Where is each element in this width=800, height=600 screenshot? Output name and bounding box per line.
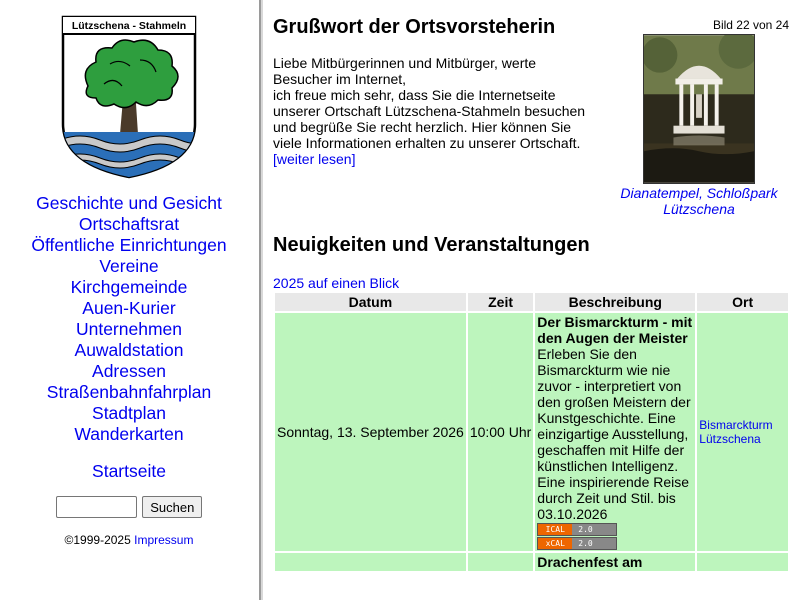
- event-date: [275, 553, 466, 571]
- table-header-row: Datum Zeit Beschreibung Ort: [275, 293, 788, 311]
- greeting-title: Grußwort der Ortsvorsteherin: [273, 16, 556, 38]
- event-title: Der Bismarckturm - mit den Augen der Mei…: [537, 314, 693, 346]
- nav-item-kirchgemeinde[interactable]: Kirchgemeinde: [0, 277, 258, 298]
- photo-link[interactable]: [599, 34, 799, 184]
- nav-item-geschichte[interactable]: Geschichte und Gesicht: [0, 193, 258, 214]
- main-navigation: Geschichte und Gesicht Ortschaftsrat Öff…: [0, 193, 258, 482]
- greeting-text: Liebe Mitbürgerinnen und Mitbürger, wert…: [273, 55, 595, 167]
- nav-item-auen-kurier[interactable]: Auen-Kurier: [0, 298, 258, 319]
- xcal-badge[interactable]: xCAL 2.0: [537, 537, 618, 550]
- column-header-time: Zeit: [467, 293, 534, 311]
- nav-item-ortschaftsrat[interactable]: Ortschaftsrat: [0, 214, 258, 235]
- main-content: Grußwort der Ortsvorsteherin Liebe Mitbü…: [263, 0, 800, 600]
- footer: ©1999-2025 Impressum: [0, 533, 258, 547]
- dianatempel-photo[interactable]: [643, 34, 755, 184]
- event-place-link[interactable]: Bismarckturm Lützschena: [699, 418, 772, 446]
- photo-counter: Bild 22 von 24: [712, 18, 789, 32]
- impressum-link[interactable]: Impressum: [134, 533, 193, 547]
- event-description-cell: Der Bismarckturm - mit den Augen der Mei…: [535, 313, 696, 551]
- nav-item-adressen[interactable]: Adressen: [0, 361, 258, 382]
- nav-item-stadtplan[interactable]: Stadtplan: [0, 403, 258, 424]
- column-header-date: Datum: [275, 293, 466, 311]
- year-overview-link[interactable]: 2025 auf einen Blick: [273, 275, 399, 291]
- nav-item-auwaldstation[interactable]: Auwaldstation: [0, 340, 258, 361]
- ical-badge[interactable]: ICAL 2.0: [537, 523, 618, 536]
- xcal-badge-label: xCAL: [538, 538, 573, 549]
- xcal-badge-version: 2.0: [578, 539, 593, 548]
- event-title: Drachenfest am: [537, 554, 643, 570]
- event-time: 10:00 Uhr: [467, 313, 534, 551]
- table-row: Sonntag, 13. September 2026 10:00 Uhr De…: [275, 313, 788, 551]
- ical-badge-label: ICAL: [538, 524, 573, 535]
- photo-slideshow: Bild 22 von 24 Dianatempel, Schloßpark L…: [599, 18, 799, 217]
- event-description-cell: Drachenfest am: [535, 553, 696, 571]
- photo-caption-link[interactable]: Dianatempel, Schloßpark Lützschena: [599, 185, 799, 217]
- nav-item-einrichtungen[interactable]: Öffentliche Einrichtungen: [0, 235, 258, 256]
- nav-item-vereine[interactable]: Vereine: [0, 256, 258, 277]
- column-header-place: Ort: [697, 293, 788, 311]
- events-table: Datum Zeit Beschreibung Ort Sonntag, 13.…: [273, 291, 790, 573]
- search-button[interactable]: Suchen: [142, 496, 203, 518]
- nav-item-strassenbahnfahrplan[interactable]: Straßenbahnfahrplan: [0, 382, 258, 403]
- news-title: Neuigkeiten und Veranstaltungen: [273, 234, 590, 256]
- crest-banner: Lützschena - Stahmeln: [72, 20, 186, 32]
- table-row: Drachenfest am: [275, 553, 788, 571]
- left-column: Lützschena - Stahmeln Geschichte und Ges…: [0, 0, 258, 600]
- copyright-text: ©1999-2025: [64, 533, 131, 547]
- greeting-body: ich freue mich sehr, dass Sie die Intern…: [273, 87, 586, 151]
- event-place-cell: Bismarckturm Lützschena: [697, 313, 788, 551]
- greeting-salutation: Liebe Mitbürgerinnen und Mitbürger, wert…: [273, 55, 537, 87]
- event-time: [467, 553, 534, 571]
- column-header-description: Beschreibung: [535, 293, 696, 311]
- event-description: Erleben Sie den Bismarckturm wie nie zuv…: [537, 346, 691, 522]
- event-date: Sonntag, 13. September 2026: [275, 313, 466, 551]
- nav-item-startseite[interactable]: Startseite: [0, 461, 258, 482]
- search-input[interactable]: [55, 496, 137, 518]
- nav-item-wanderkarten[interactable]: Wanderkarten: [0, 424, 258, 445]
- search-form: Suchen: [0, 496, 258, 518]
- coat-of-arms-icon: Lützschena - Stahmeln: [61, 15, 197, 179]
- read-more-link[interactable]: [weiter lesen]: [273, 151, 355, 167]
- nav-item-unternehmen[interactable]: Unternehmen: [0, 319, 258, 340]
- ical-badge-version: 2.0: [578, 525, 593, 534]
- event-place-cell: [697, 553, 788, 571]
